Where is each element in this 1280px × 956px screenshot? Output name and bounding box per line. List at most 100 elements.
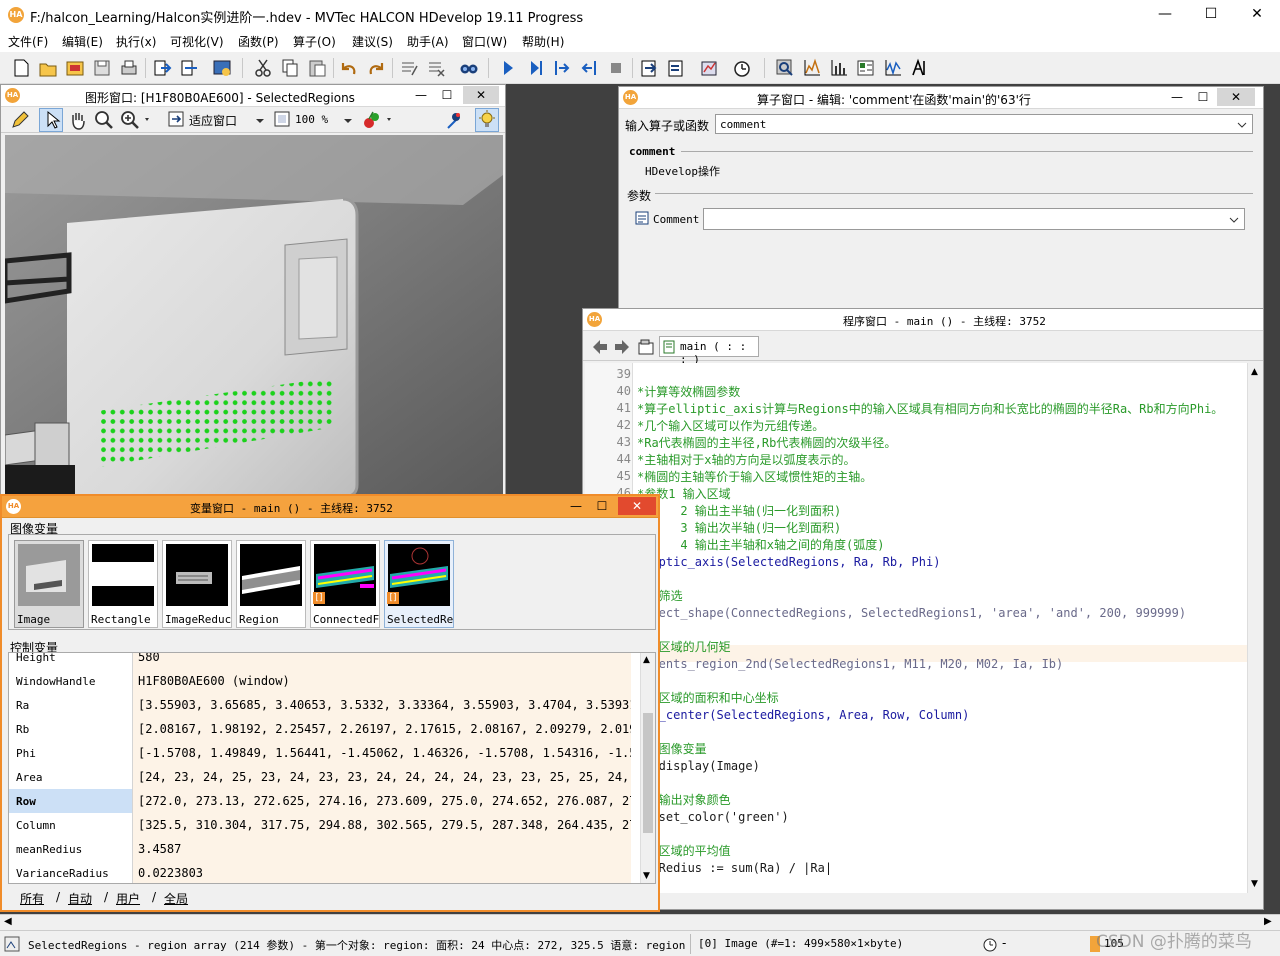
code-line[interactable]: ents_region_2nd(SelectedRegions1, M11, M… xyxy=(637,656,1064,673)
image-var-thumb[interactable]: [] SelectedRe xyxy=(384,540,454,628)
window-minimize-button[interactable]: — xyxy=(409,86,433,104)
forward-arrow-icon[interactable] xyxy=(613,338,631,356)
image-var-thumb[interactable]: Region xyxy=(236,540,306,628)
stop-icon[interactable] xyxy=(605,57,627,79)
control-variable-row[interactable]: Ra [3.55903, 3.65685, 3.40653, 3.5332, 3.… xyxy=(9,693,631,717)
program-vertical-scrollbar[interactable]: ▲ ▼ xyxy=(1247,363,1263,893)
uncomment-lines-icon[interactable] xyxy=(425,57,447,79)
code-line[interactable]: 3 输出次半轴(归一化到面积) xyxy=(637,520,841,537)
step-into-icon[interactable] xyxy=(551,57,573,79)
new-file-icon[interactable] xyxy=(10,57,32,79)
paste-icon[interactable] xyxy=(306,57,328,79)
zoom-graphics-icon[interactable] xyxy=(774,57,796,79)
pointer-tool-icon[interactable] xyxy=(39,108,63,132)
pan-hand-icon[interactable] xyxy=(67,109,89,134)
code-line[interactable]: 4 输出主半轴和x轴之间的角度(弧度) xyxy=(637,537,884,554)
menu-operators[interactable]: 算子(O) xyxy=(293,33,336,50)
operator-input-field[interactable]: comment xyxy=(715,114,1253,134)
code-line[interactable]: *几个输入区域可以作为元组传递。 xyxy=(637,418,824,435)
control-variable-row[interactable]: WindowHandle H1F80B0AE600 (window) xyxy=(9,669,631,693)
profiler-icon[interactable] xyxy=(698,57,720,79)
graphics-canvas[interactable] xyxy=(5,135,503,497)
scroll-thumb[interactable] xyxy=(643,713,653,833)
tab-global[interactable]: 全局 xyxy=(164,890,188,907)
cut-icon[interactable] xyxy=(252,57,274,79)
tab-auto[interactable]: 自动 xyxy=(68,890,92,907)
menu-visualize[interactable]: 可视化(V) xyxy=(170,33,224,50)
lightbulb-icon[interactable] xyxy=(475,108,499,132)
code-line[interactable]: ptic_axis(SelectedRegions, Ra, Rb, Phi) xyxy=(637,554,941,571)
window-close-button[interactable]: ✕ xyxy=(618,497,656,515)
scroll-left-icon[interactable]: ◀ xyxy=(4,916,12,927)
line-profile-icon[interactable] xyxy=(882,57,904,79)
variables-vertical-scrollbar[interactable]: ▲ ▼ xyxy=(640,653,655,883)
control-variable-row[interactable]: Height 580 xyxy=(9,653,631,669)
open-file-icon[interactable] xyxy=(37,57,59,79)
control-variable-row[interactable]: VarianceRadius 0.0223803 xyxy=(9,861,631,883)
gray-histogram-icon[interactable] xyxy=(801,57,823,79)
comment-param-input[interactable] xyxy=(703,208,1245,230)
scroll-up-icon[interactable]: ▲ xyxy=(643,655,650,665)
chevron-down-icon[interactable] xyxy=(1228,214,1240,226)
menu-assistants[interactable]: 助手(A) xyxy=(407,33,449,50)
feature-inspection-icon[interactable] xyxy=(855,57,877,79)
procedure-selector[interactable]: main ( : : : ) xyxy=(659,336,759,366)
control-variable-row[interactable]: Column [325.5, 310.304, 317.75, 294.88, 3… xyxy=(9,813,631,837)
step-out-icon[interactable] xyxy=(578,57,600,79)
code-line[interactable]: *椭圆的主轴等价于输入区域惯性矩的主轴。 xyxy=(637,469,872,486)
workspace-horizontal-scrollbar[interactable]: ◀ ▶ xyxy=(0,914,1280,930)
reset-all-icon[interactable] xyxy=(665,57,687,79)
code-line[interactable]: 2 输出主半轴(归一化到面积) xyxy=(637,503,841,520)
control-variable-row[interactable]: Area [24, 23, 24, 25, 23, 24, 23, 23, 24,… xyxy=(9,765,631,789)
scroll-down-icon[interactable]: ▼ xyxy=(643,871,650,881)
menu-window[interactable]: 窗口(W) xyxy=(462,33,507,50)
code-line[interactable]: *主轴相对于x轴的方向是以弧度表示的。 xyxy=(637,452,855,469)
minimize-button[interactable]: — xyxy=(1142,0,1188,30)
menu-functions[interactable]: 函数(P) xyxy=(238,33,279,50)
graphics-settings-icon[interactable] xyxy=(443,109,465,134)
measure-assistant-icon[interactable] xyxy=(909,57,931,79)
code-line[interactable]: *算子elliptic_axis计算与Regions中的输入区域具有相同方向和长… xyxy=(637,401,1223,418)
code-line[interactable]: Redius := sum(Ra) / |Ra| xyxy=(637,860,832,877)
control-variable-row[interactable]: meanRedius 3.4587 xyxy=(9,837,631,861)
code-line[interactable]: *Ra代表椭圆的主半径,Rb代表椭圆的次级半径。 xyxy=(637,435,896,452)
comment-lines-icon[interactable] xyxy=(398,57,420,79)
chevron-down-icon[interactable] xyxy=(1236,119,1248,131)
control-variable-row[interactable]: Phi [-1.5708, 1.49849, 1.56441, -1.45062,… xyxy=(9,741,631,765)
find-icon[interactable] xyxy=(458,57,480,79)
control-variable-row[interactable]: Rb [2.08167, 1.98192, 2.25457, 2.26197, 2… xyxy=(9,717,631,741)
image-var-thumb[interactable]: ImageReduc xyxy=(162,540,232,628)
window-close-button[interactable]: ✕ xyxy=(463,86,499,104)
undo-icon[interactable] xyxy=(338,57,360,79)
edit-graphics-icon[interactable] xyxy=(9,109,31,134)
save-icon[interactable] xyxy=(91,57,113,79)
fit-window-dropdown[interactable]: 适应窗口 xyxy=(165,109,265,131)
scroll-up-icon[interactable]: ▲ xyxy=(1251,367,1258,377)
menu-help[interactable]: 帮助(H) xyxy=(522,33,564,50)
window-maximize-button[interactable]: ☐ xyxy=(1191,88,1215,106)
zoom-percent-dropdown[interactable]: 100 % xyxy=(273,109,355,131)
redo-icon[interactable] xyxy=(365,57,387,79)
import-icon[interactable] xyxy=(151,57,173,79)
tab-all[interactable]: 所有 xyxy=(20,890,44,907)
step-over-icon[interactable] xyxy=(524,57,546,79)
timer-icon[interactable] xyxy=(731,57,753,79)
close-button[interactable]: ✕ xyxy=(1234,0,1280,30)
code-line[interactable]: *计算等效椭圆参数 xyxy=(637,384,740,401)
scroll-right-icon[interactable]: ▶ xyxy=(1264,916,1272,927)
color-picker-icon[interactable] xyxy=(361,109,397,131)
maximize-button[interactable]: ☐ xyxy=(1188,0,1234,30)
control-variable-row[interactable]: Row [272.0, 273.13, 272.625, 274.16, 273.… xyxy=(9,789,631,813)
open-example-icon[interactable] xyxy=(64,57,86,79)
zoom-plus-icon[interactable] xyxy=(119,109,151,134)
reset-program-icon[interactable] xyxy=(638,57,660,79)
procedure-icon[interactable] xyxy=(637,338,655,356)
window-maximize-button[interactable]: ☐ xyxy=(590,497,614,515)
image-var-thumb[interactable]: Image xyxy=(14,540,84,628)
code-line[interactable]: ect_shape(ConnectedRegions, SelectedRegi… xyxy=(637,605,1186,622)
browse-examples-icon[interactable] xyxy=(211,57,233,79)
print-icon[interactable] xyxy=(118,57,140,79)
feature-histogram-icon[interactable] xyxy=(828,57,850,79)
window-minimize-button[interactable]: — xyxy=(564,497,588,515)
zoom-tool-icon[interactable] xyxy=(93,109,115,134)
